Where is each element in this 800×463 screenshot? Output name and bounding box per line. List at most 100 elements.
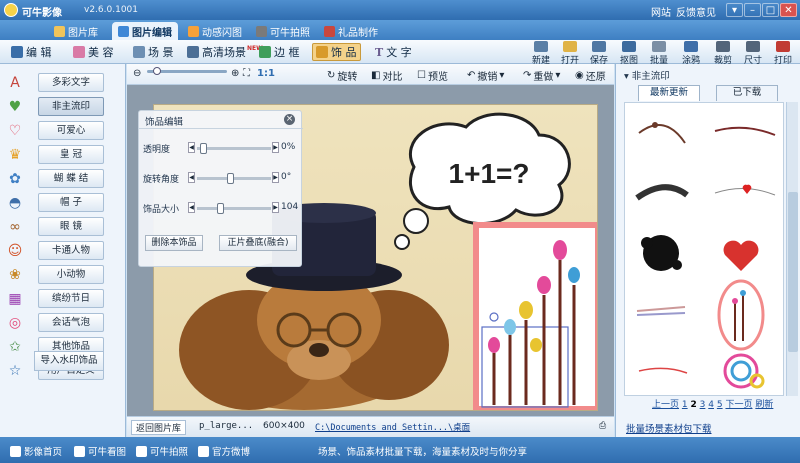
print-small-icon[interactable]: ⎙ [599,421,606,431]
subtab-frame[interactable]: 边 框 [256,43,303,61]
decor-slider[interactable] [197,173,271,184]
skin-menu-icon[interactable]: ▾ [726,3,743,17]
zoom-out-icon[interactable]: ⊖ [133,68,141,79]
decrease-arrow-icon[interactable]: ◀ [188,142,195,153]
category-button[interactable]: 多彩文字 [38,73,104,92]
subtab-hd-scene[interactable]: 高清场景 NEW [184,43,266,61]
increase-arrow-icon[interactable]: ▶ [272,172,279,183]
category-button[interactable]: 非主流印 [38,97,104,116]
camera-link[interactable]: 可牛拍照 [136,444,188,458]
decor-slider-knob[interactable] [217,203,225,214]
category-button[interactable]: 皇 冠 [38,145,104,164]
refresh-link[interactable]: 刷新 [755,400,773,410]
category-item[interactable]: ◎ 会话气泡 [6,312,120,334]
next-page-link[interactable]: 下一页 [725,400,752,410]
category-item[interactable]: ❀ 小动物 [6,264,120,286]
decrease-arrow-icon[interactable]: ◀ [188,202,195,213]
home-link[interactable]: 影像首页 [10,444,62,458]
thumb-red-line[interactable] [638,367,688,374]
tab-image-library[interactable]: 图片库 [48,22,104,40]
category-item[interactable]: ◓ 帽 子 [6,192,120,214]
tab-gift-making[interactable]: 礼品制作 [318,22,384,40]
page-2[interactable]: 2 [691,400,697,410]
page-5[interactable]: 5 [717,400,723,410]
increase-arrow-icon[interactable]: ▶ [272,202,279,213]
subtab-text[interactable]: T文 字 [372,43,415,61]
undo-button[interactable]: ↶ 撤销 ▾ [467,68,504,83]
restore-button[interactable]: ◉ 还原 [575,68,606,83]
tab-downloaded[interactable]: 已下载 [716,85,778,101]
category-item[interactable]: ✿ 蝴 蝶 结 [6,168,120,190]
fit-screen-icon[interactable]: ⛶ [243,68,250,79]
category-button[interactable]: 小动物 [38,265,104,284]
category-button[interactable]: 眼 镜 [38,217,104,236]
open-button[interactable]: 打开 [557,41,583,66]
maximize-icon[interactable]: □ [762,3,779,17]
doodle-button[interactable]: 涂鸦 [678,41,704,66]
contrast-button[interactable]: ◧ 对比 [371,68,402,83]
category-item[interactable]: ☺ 卡通人物 [6,240,120,262]
preview-button[interactable]: ☐ 预览 [417,68,448,83]
crop-button[interactable]: 裁剪 [710,41,736,66]
batch-button[interactable]: 批量 [646,41,672,66]
thumb-red-heart[interactable] [723,240,759,271]
zoom-slider-knob[interactable] [152,67,161,75]
category-button[interactable]: 卡通人物 [38,241,104,260]
thumb-color-circles[interactable] [723,353,765,389]
subtab-scene[interactable]: 场 景 [130,43,177,61]
rotate-button[interactable]: ↻ 旋转 [327,68,357,83]
subtab-beauty[interactable]: 美 容 [70,43,117,61]
thumb-heart-line[interactable] [714,184,776,196]
page-3[interactable]: 3 [700,400,706,410]
category-item[interactable]: ♛ 皇 冠 [6,144,120,166]
thumb-branch[interactable] [638,122,686,144]
resize-button[interactable]: 尺寸 [740,41,766,66]
thumb-lines[interactable] [636,306,686,316]
cutout-button[interactable]: 抠图 [616,41,642,66]
zoom-ratio[interactable]: 1:1 [257,68,275,79]
delete-decoration-button[interactable]: 删除本饰品 [145,235,203,251]
back-to-library-button[interactable]: 返回图片库 [131,420,187,435]
zoom-slider[interactable] [147,67,227,75]
category-button[interactable]: 缤纷节日 [38,289,104,308]
decrease-arrow-icon[interactable]: ◀ [188,172,195,183]
print-button[interactable]: 打印 [770,41,796,66]
thumb-vine[interactable] [714,126,776,136]
page-1[interactable]: 1 [682,400,688,410]
tab-image-edit[interactable]: 图片编辑 [112,22,178,40]
decor-slider-knob[interactable] [200,143,208,154]
multiply-merge-button[interactable]: 正片叠底(融合) [219,235,297,251]
category-button[interactable]: 可爱心 [38,121,104,140]
import-watermark-button[interactable]: 导入水印饰品 [34,351,104,371]
page-4[interactable]: 4 [708,400,714,410]
batch-download-link[interactable]: 批量场景素材包下载 [626,421,712,435]
tab-camera[interactable]: 可牛拍照 [250,22,316,40]
thumb-ink-splash[interactable] [641,235,682,271]
close-icon[interactable]: ✕ [780,3,797,17]
category-item[interactable]: A 多彩文字 [6,72,120,94]
website-link[interactable]: 网站 [651,4,671,19]
category-button[interactable]: 帽 子 [38,193,104,212]
decor-slider[interactable] [197,143,271,154]
zoom-in-icon[interactable]: ⊕ [231,68,239,79]
file-path-link[interactable]: C:\Documents and Settin...\桌面 [315,421,470,433]
category-item[interactable]: ▦ 缤纷节日 [6,288,120,310]
category-item[interactable]: ∞ 眼 镜 [6,216,120,238]
scrollbar-thumb[interactable] [788,192,798,352]
feedback-link[interactable]: 反馈意见 [676,4,716,19]
subtab-decoration[interactable]: 饰 品 [312,43,361,61]
subtab-edit[interactable]: 编 辑 [8,43,55,61]
material-thumbnails[interactable] [625,103,785,397]
tab-latest-updates[interactable]: 最新更新 [638,85,700,101]
tab-animated-gif[interactable]: 动感闪图 [182,22,248,40]
decor-slider-knob[interactable] [227,173,235,184]
material-scrollbar[interactable] [786,102,798,396]
prev-page-link[interactable]: 上一页 [652,400,679,410]
thumb-selected-ornament[interactable] [717,279,765,351]
category-button[interactable]: 会话气泡 [38,313,104,332]
decor-slider[interactable] [197,203,271,214]
new-button[interactable]: 新建 [528,41,554,66]
category-item[interactable]: ♡ 可爱心 [6,120,120,142]
category-button[interactable]: 蝴 蝶 结 [38,169,104,188]
thumb-film-strip[interactable] [635,184,689,201]
